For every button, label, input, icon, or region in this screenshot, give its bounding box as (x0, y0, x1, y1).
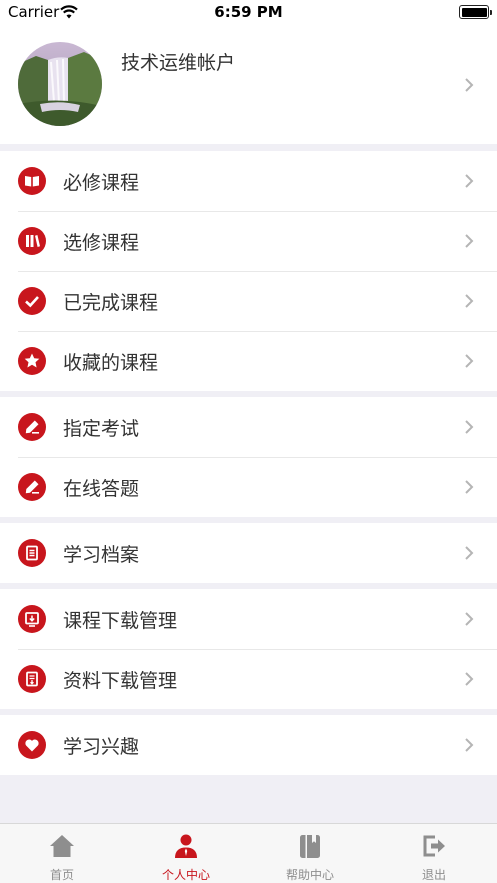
heart-icon (18, 731, 46, 759)
library-icon (18, 227, 46, 255)
menu-item-label: 资料下载管理 (63, 670, 178, 692)
pencil-icon (18, 413, 46, 441)
chevron-right-icon (465, 294, 474, 308)
profile-header[interactable]: 技术运维帐户 (0, 24, 497, 144)
menu-item-label: 指定考试 (63, 418, 140, 440)
battery-icon (459, 5, 492, 19)
document-icon (18, 539, 46, 567)
pencil-icon (18, 473, 46, 501)
menu-item-completed-courses[interactable]: 已完成课程 (0, 271, 497, 331)
chevron-right-icon (465, 174, 474, 188)
record-menu-group: 学习档案 (0, 523, 497, 583)
tab-label: 帮助中心 (285, 868, 334, 882)
menu-item-label: 学习兴趣 (63, 736, 140, 758)
tab-label: 首页 (49, 868, 74, 882)
exam-menu-group: 指定考试 在线答题 (0, 397, 497, 517)
menu-item-label: 学习档案 (63, 544, 140, 566)
menu-item-label: 已完成课程 (63, 292, 159, 314)
tab-personal-center[interactable]: 个人中心 (124, 824, 248, 883)
menu-item-learning-records[interactable]: 学习档案 (0, 523, 497, 583)
menu-item-favorite-courses[interactable]: 收藏的课程 (0, 331, 497, 391)
menu-item-assigned-exams[interactable]: 指定考试 (0, 397, 497, 457)
menu-item-required-courses[interactable]: 必修课程 (0, 151, 497, 211)
chevron-right-icon (465, 354, 474, 368)
logout-icon (423, 835, 445, 857)
menu-item-label: 在线答题 (63, 478, 140, 500)
tab-help-center[interactable]: 帮助中心 (248, 824, 372, 883)
download-screen-icon (18, 605, 46, 633)
interest-menu-group: 学习兴趣 (0, 715, 497, 775)
chevron-right-icon (465, 234, 474, 248)
menu-item-course-downloads[interactable]: 课程下载管理 (0, 589, 497, 649)
tab-label: 个人中心 (161, 868, 210, 882)
tab-logout[interactable]: 退出 (372, 824, 496, 883)
menu-item-elective-courses[interactable]: 选修课程 (0, 211, 497, 271)
status-time: 6:59 PM (214, 3, 283, 21)
star-icon (18, 347, 46, 375)
chevron-right-icon (465, 612, 474, 626)
menu-item-label: 收藏的课程 (63, 352, 159, 374)
chevron-right-icon (465, 420, 474, 434)
tab-bar: 首页 个人中心 帮助中心 退出 (0, 823, 497, 883)
book-icon (18, 167, 46, 195)
tab-home[interactable]: 首页 (0, 824, 124, 883)
home-icon (50, 835, 74, 857)
download-menu-group: 课程下载管理 资料下载管理 (0, 589, 497, 709)
menu-item-learning-interests[interactable]: 学习兴趣 (0, 715, 497, 775)
help-book-icon (300, 835, 320, 858)
status-bar: Carrier 6:59 PM (0, 0, 497, 24)
chevron-right-icon (465, 546, 474, 560)
chevron-right-icon (465, 738, 474, 752)
menu-item-label: 必修课程 (63, 172, 140, 194)
menu-item-label: 选修课程 (63, 232, 140, 254)
menu-item-material-downloads[interactable]: 资料下载管理 (0, 649, 497, 709)
person-icon (175, 834, 197, 858)
avatar[interactable] (18, 42, 102, 126)
download-document-icon (18, 665, 46, 693)
menu-item-online-quiz[interactable]: 在线答题 (0, 457, 497, 517)
tab-label: 退出 (421, 868, 446, 882)
chevron-right-icon (465, 672, 474, 686)
account-name: 技术运维帐户 (121, 52, 236, 74)
menu-item-label: 课程下载管理 (63, 610, 178, 632)
chevron-right-icon (465, 78, 474, 92)
check-icon (18, 287, 46, 315)
course-menu-group: 必修课程 选修课程 已完成课程 收藏的课程 (0, 151, 497, 391)
chevron-right-icon (465, 480, 474, 494)
